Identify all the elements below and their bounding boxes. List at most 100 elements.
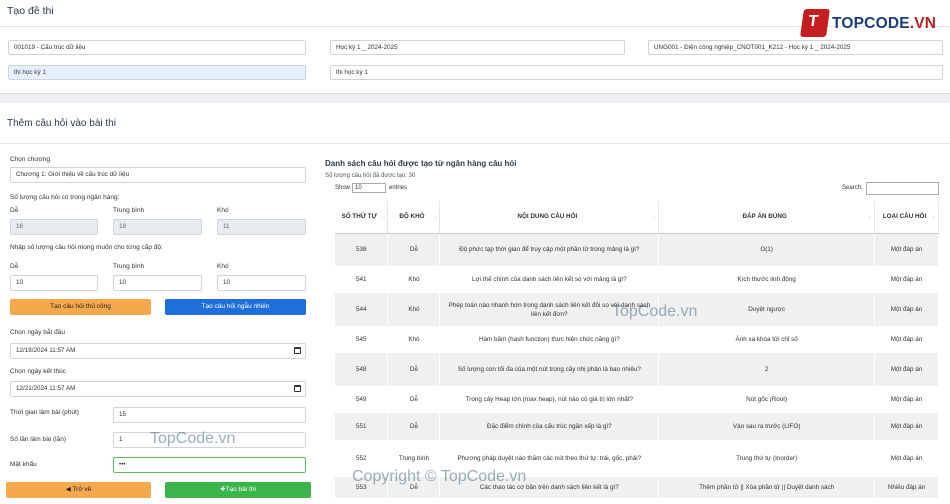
chapter-label: Chọn chương xyxy=(10,156,51,163)
cell-answer: Vào sau ra trước (LIFO) xyxy=(658,413,876,440)
logo-text: TOPCODE.VN xyxy=(832,15,937,32)
cell-difficulty: Khó xyxy=(387,266,441,293)
hard-label: Khó xyxy=(217,263,229,270)
want-easy-input[interactable]: 10 xyxy=(10,275,98,291)
cell-type: Một đáp án xyxy=(874,353,939,386)
start-date-label: Chọn ngày bắt đầu xyxy=(10,329,65,336)
table-row: 538 Dễ Độ phức tạp thời gian để truy cập m… xyxy=(335,233,939,266)
bank-easy-field: 16 xyxy=(10,219,98,235)
divider xyxy=(0,143,950,144)
semester-field[interactable]: Học kỳ 1 _ 2024-2025 xyxy=(330,40,625,55)
logo-mark-icon: T xyxy=(800,9,830,37)
cell-content: Hàm băm (hash function) thực hiện chức n… xyxy=(439,326,660,353)
cell-type: Một đáp án xyxy=(874,233,939,266)
calendar-icon[interactable] xyxy=(294,347,301,354)
add-questions-card: Thêm câu hỏi vào bài thi Chọn chương Chư… xyxy=(0,103,950,504)
cell-answer: Trung thứ tự (Inorder) xyxy=(658,440,876,477)
cell-answer: 2 xyxy=(658,353,876,386)
cell-content: Độ phức tạp thời gian để truy cập một ph… xyxy=(439,233,660,266)
end-date-input[interactable]: 12/21/2024 11:57 AM xyxy=(10,381,306,397)
calendar-icon[interactable] xyxy=(294,385,301,392)
table-header-row: SỐ THỨ TỰ ↑↓ ĐỘ KHÓ ↑↓ NỘI DUNG CÂU HỎI ↑↓ … xyxy=(335,201,939,234)
cell-index: 545 xyxy=(335,326,389,353)
cell-type: Một đáp án xyxy=(874,440,939,477)
col-header-answer[interactable]: ĐÁP ÁN ĐÚNG ↑↓ xyxy=(658,201,876,234)
cell-difficulty: Dễ xyxy=(387,413,441,440)
cell-answer: Thêm phần tử || Xóa phần tử || Duyệt dan… xyxy=(658,477,876,498)
cell-difficulty: Dễ xyxy=(387,386,441,413)
easy-label: Dễ xyxy=(10,207,19,214)
cell-answer: Ánh xạ khóa tới chỉ số xyxy=(658,326,876,353)
cell-type: Một đáp án xyxy=(874,386,939,413)
topcode-logo: T TOPCODE.VN xyxy=(800,9,936,39)
start-date-input[interactable]: 12/18/2024 11:57 AM xyxy=(10,343,306,359)
col-header-difficulty[interactable]: ĐỘ KHÓ ↑↓ xyxy=(387,201,441,234)
cell-index: 538 xyxy=(335,233,389,266)
create-exam-button[interactable]: ✚Tạo bài thi xyxy=(165,482,311,498)
cell-type: Một đáp án xyxy=(874,293,939,326)
entries-select[interactable]: 10 xyxy=(352,183,386,193)
want-hard-input[interactable]: 10 xyxy=(217,275,306,291)
cell-difficulty: Khó xyxy=(387,293,441,326)
attempts-label: Số lần làm bài (lần) xyxy=(10,436,66,443)
medium-label: Trung bình xyxy=(113,207,145,214)
watermark: TopCode.vn xyxy=(150,430,236,447)
cell-difficulty: Dễ xyxy=(387,353,441,386)
table-row: 548 Dễ Số lượng con tối đa của một nút tro… xyxy=(335,353,939,386)
exam-type-select[interactable]: thi học kỳ 1 xyxy=(8,65,306,80)
password-label: Mật khẩu xyxy=(10,461,37,468)
hard-label: Khó xyxy=(217,207,229,214)
bank-hard-field: 11 xyxy=(217,219,306,235)
watermark: Copyright © TopCode.vn xyxy=(352,468,527,485)
col-header-type[interactable]: LOẠI CÂU HỎI ↑↓ xyxy=(874,201,939,234)
medium-label: Trung bình xyxy=(113,263,145,270)
subject-field[interactable]: 001019 - Cấu trúc dữ liệu xyxy=(8,40,306,55)
exam-name-input[interactable]: thi học kỳ 1 xyxy=(330,65,943,80)
password-input[interactable]: ••• xyxy=(113,457,306,473)
col-header-index[interactable]: SỐ THỨ TỰ ↑↓ xyxy=(335,201,389,234)
cell-type: Nhiều đáp án xyxy=(874,477,939,498)
cell-index: 548 xyxy=(335,353,389,386)
watermark: TopCode.vn xyxy=(612,303,698,320)
easy-label: Dễ xyxy=(10,263,19,270)
exam-info-card: Tạo đề thi T TOPCODE.VN 001019 - Cấu trú… xyxy=(0,0,950,94)
cell-answer: O(1) xyxy=(658,233,876,266)
class-field[interactable]: UNG001 - Điện công nghiệp_CNOT001_K212 -… xyxy=(648,40,943,55)
table-row: 551 Dễ Đặc điểm chính của cấu trúc ngăn xế… xyxy=(335,413,939,440)
cell-type: Một đáp án xyxy=(874,413,939,440)
cell-type: Một đáp án xyxy=(874,266,939,293)
cell-index: 544 xyxy=(335,293,389,326)
cell-index: 551 xyxy=(335,413,389,440)
cell-index: 541 xyxy=(335,266,389,293)
cell-type: Một đáp án xyxy=(874,326,939,353)
cell-answer: Nút gốc (Root) xyxy=(658,386,876,413)
random-create-button[interactable]: Tạo câu hỏi ngẫu nhiên xyxy=(165,299,306,315)
desired-count-label: Nhập số lượng câu hỏi mong muốn cho từng… xyxy=(10,244,163,251)
table-row: 541 Khó Lợi thế chính của danh sách liên k… xyxy=(335,266,939,293)
search-input[interactable] xyxy=(866,182,939,195)
questions-table: SỐ THỨ TỰ ↑↓ ĐỘ KHÓ ↑↓ NỘI DUNG CÂU HỎI ↑↓ … xyxy=(335,201,939,498)
bank-count-label: Số lượng câu hỏi có trong ngân hàng: xyxy=(10,194,120,201)
entries-label: entries xyxy=(389,185,408,191)
chapter-select[interactable]: Chương 1: Giới thiệu về cấu trúc dữ liệu xyxy=(10,167,306,183)
back-button[interactable]: ◀ Trở về xyxy=(6,482,151,498)
question-list-title: Danh sách câu hỏi được tạo từ ngân hàng … xyxy=(325,159,517,168)
cell-difficulty: Dễ xyxy=(387,233,441,266)
manual-create-button[interactable]: Tạo câu hỏi thủ công xyxy=(10,299,151,315)
want-medium-input[interactable]: 10 xyxy=(113,275,202,291)
cell-content: Số lượng con tối đa của một nút trong câ… xyxy=(439,353,660,386)
cell-content: Đặc điểm chính của cấu trúc ngăn xếp là … xyxy=(439,413,660,440)
show-label: Show xyxy=(335,185,351,191)
end-date-label: Chọn ngày kết thúc xyxy=(10,368,67,375)
cell-difficulty: Khó xyxy=(387,326,441,353)
duration-label: Thời gian làm bài (phút) xyxy=(10,409,79,416)
cell-content: Lợi thế chính của danh sách liên kết so … xyxy=(439,266,660,293)
section-title: Thêm câu hỏi vào bài thi xyxy=(7,118,116,129)
duration-input[interactable]: 15 xyxy=(113,407,306,423)
col-header-content[interactable]: NỘI DUNG CÂU HỎI ↑↓ xyxy=(439,201,660,234)
cell-content: Trong cây Heap lớn (max heap), nút nào c… xyxy=(439,386,660,413)
question-count: Số lượng câu hỏi đã được tạo: 30 xyxy=(325,173,416,179)
bank-medium-field: 18 xyxy=(113,219,202,235)
page-title: Tạo đề thi xyxy=(7,5,54,17)
cell-answer: Kích thước linh động xyxy=(658,266,876,293)
